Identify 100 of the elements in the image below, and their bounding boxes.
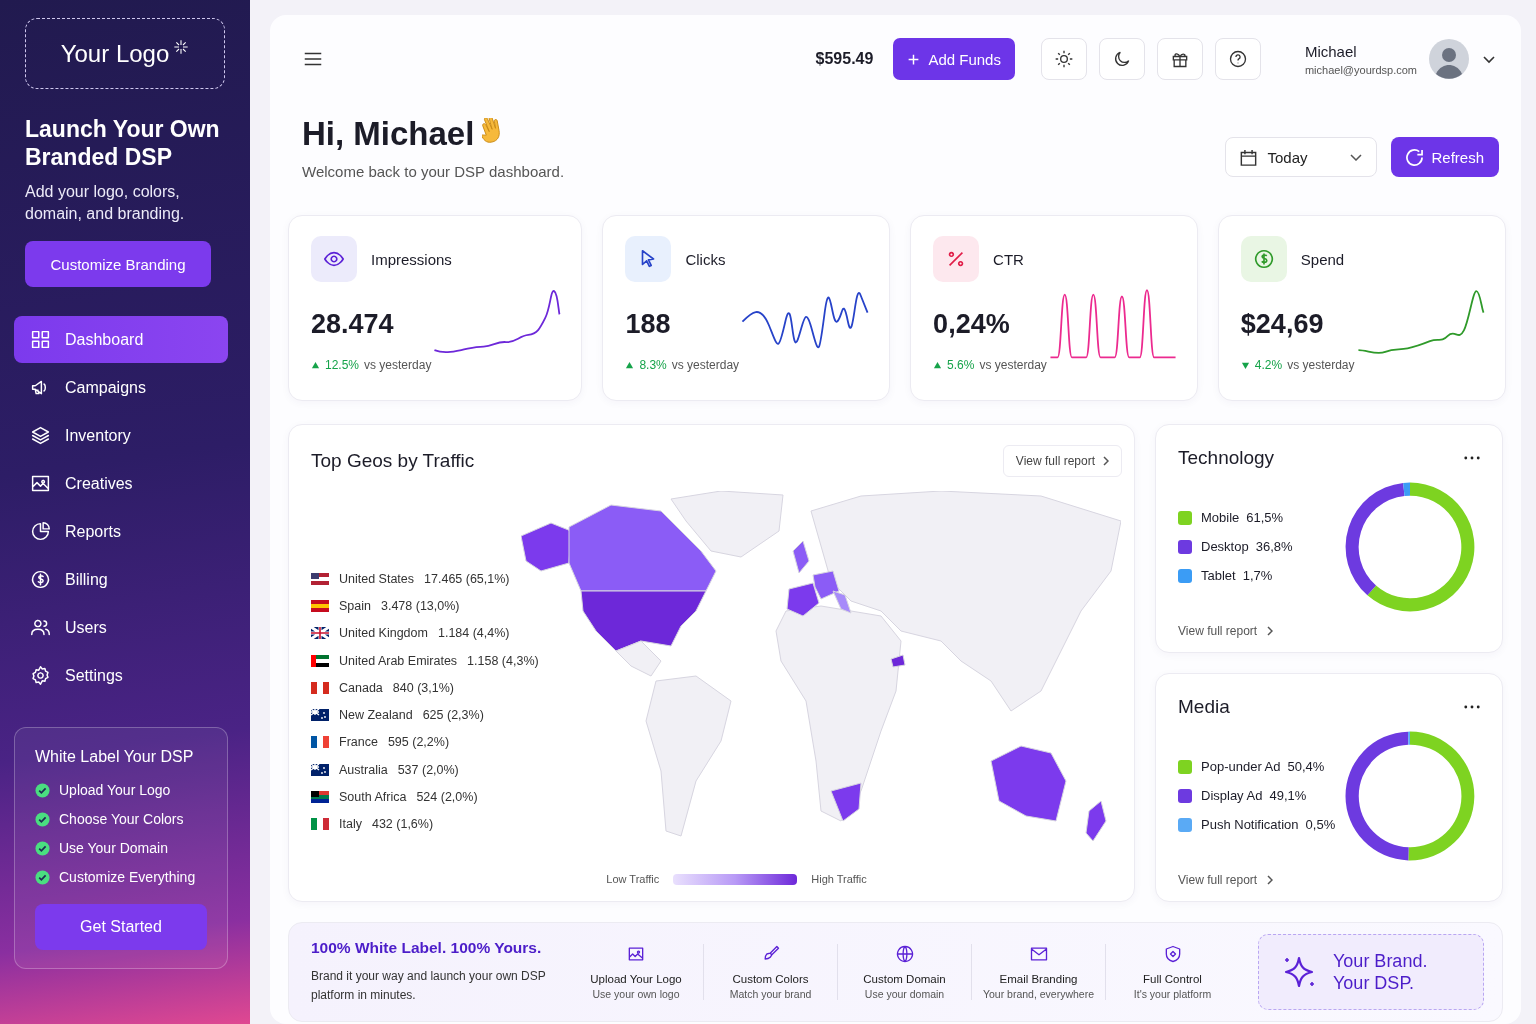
legend-value: 1,7% — [1242, 568, 1273, 583]
feature-subtitle: Your brand, everywhere — [982, 988, 1095, 1000]
flag-icon — [311, 818, 329, 831]
card-title: Top Geos by Traffic — [311, 450, 475, 472]
compare-label: vs yesterday — [671, 358, 740, 372]
nav-item[interactable]: Users — [14, 604, 228, 651]
nav-label: Billing — [65, 570, 108, 589]
customize-branding-button[interactable]: Customize Branding — [25, 241, 211, 287]
percent-icon — [933, 236, 980, 282]
flag-icon — [311, 709, 329, 722]
eye-icon — [311, 236, 357, 282]
legend-value: 49,1% — [1269, 788, 1307, 803]
add-funds-button[interactable]: Add Funds — [893, 38, 1015, 80]
country-traffic: 1.184 (4,4%) — [437, 626, 510, 641]
moon-icon[interactable] — [1098, 38, 1145, 80]
brand-slogan: Your DSP. — [1333, 972, 1416, 994]
nav-item[interactable]: Campaigns — [14, 364, 228, 411]
flag-icon — [311, 599, 329, 612]
get-started-button[interactable]: Get Started — [35, 904, 207, 950]
banner-title: 100% White Label. 100% Yours. — [311, 939, 543, 957]
checklist-label: Upload Your Logo — [59, 782, 171, 798]
country-traffic: 432 (1,6%) — [371, 817, 434, 832]
card-title: Media — [1178, 696, 1230, 718]
nav-item[interactable]: Billing — [14, 556, 228, 603]
view-report-link[interactable]: View full report — [1178, 624, 1480, 638]
metric-value: 188 — [625, 309, 672, 340]
grid-icon — [30, 329, 51, 350]
settings-icon — [30, 665, 51, 686]
logo-text: Your Logo — [60, 39, 170, 68]
flag-icon — [311, 736, 329, 749]
country-name: France — [339, 735, 378, 750]
dollar-icon — [30, 569, 51, 590]
nav-item[interactable]: Settings — [14, 652, 228, 699]
dollar-icon — [1240, 236, 1287, 282]
metric-label: Spend — [1300, 250, 1345, 268]
chevron-down-icon — [1350, 153, 1363, 161]
checklist-label: Customize Everything — [59, 869, 196, 885]
date-range-dropdown[interactable]: Today — [1225, 137, 1378, 177]
more-icon[interactable] — [1464, 456, 1480, 460]
feature-title: Email Branding — [999, 973, 1078, 985]
legend-value: 61,5% — [1246, 510, 1284, 525]
feature-subtitle: Match your brand — [729, 988, 812, 1000]
sun-icon[interactable] — [1040, 38, 1087, 80]
plus-icon — [907, 52, 921, 66]
account-balance: $595.49 — [815, 50, 874, 68]
change-percent: 4.2% — [1254, 358, 1283, 372]
gift-icon[interactable] — [1156, 38, 1203, 80]
country-name: South Africa — [339, 790, 407, 804]
chevron-right-icon — [1267, 875, 1274, 885]
help-icon[interactable] — [1214, 38, 1261, 80]
legend-value: 50,4% — [1287, 759, 1325, 774]
country-traffic: 1.158 (4,3%) — [467, 653, 539, 668]
metric-label: CTR — [993, 250, 1024, 268]
nav-item[interactable]: Creatives — [14, 460, 228, 507]
promo-text: Add your logo, colors, domain, and branding. — [25, 182, 186, 224]
globe-icon — [894, 944, 915, 964]
nav-label: Inventory — [65, 426, 131, 445]
country-name: Canada — [339, 680, 383, 695]
checklist-label: Choose Your Colors — [59, 811, 184, 827]
more-icon[interactable] — [1464, 705, 1480, 709]
feature-title: Upload Your Logo — [590, 973, 682, 985]
nav-item[interactable]: Inventory — [14, 412, 228, 459]
legend-label: Display Ad — [1201, 788, 1263, 803]
country-traffic: 625 (2,3%) — [422, 708, 484, 723]
country-name: Italy — [339, 817, 362, 832]
feature-title: Custom Domain — [863, 973, 946, 985]
view-report-link[interactable]: View full report — [1178, 873, 1480, 887]
legend-value: 0,5% — [1305, 817, 1336, 832]
legend-high-label: High Traffic — [811, 873, 867, 885]
legend-label: Mobile — [1201, 510, 1240, 525]
nav-item[interactable]: Dashboard — [14, 316, 228, 363]
country-name: United Kingdom — [339, 626, 428, 641]
calendar-icon — [1240, 148, 1258, 166]
layers-icon — [30, 425, 51, 446]
flag-icon — [311, 681, 329, 694]
country-name: United States — [339, 571, 415, 586]
flag-icon — [311, 627, 329, 640]
avatar[interactable] — [1429, 39, 1469, 79]
feature-title: Custom Colors — [732, 973, 809, 985]
nav-item[interactable]: Reports — [14, 508, 228, 555]
view-report-button[interactable]: View full report — [1002, 445, 1122, 477]
welcome-text: Welcome back to your DSP dashboard. — [302, 163, 566, 180]
card-title: Technology — [1178, 447, 1275, 469]
metric-label: Impressions — [371, 250, 452, 268]
country-traffic: 537 (2,0%) — [397, 762, 459, 777]
feature-title: Full Control — [1143, 973, 1202, 985]
country-traffic: 17.465 (65,1%) — [424, 571, 510, 586]
metric-value: 0,24% — [933, 309, 1011, 340]
legend-value: 36,8% — [1255, 539, 1293, 554]
change-percent: 5.6% — [947, 358, 975, 372]
nav-label: Settings — [65, 666, 123, 685]
compare-label: vs yesterday — [364, 358, 432, 372]
refresh-button[interactable]: Refresh — [1391, 137, 1499, 177]
country-name: United Arab Emirates — [339, 653, 458, 668]
legend-label: Pop-under Ad — [1201, 759, 1281, 774]
country-traffic: 524 (2,0%) — [416, 790, 478, 804]
flag-icon — [311, 791, 329, 803]
country-name: Spain — [339, 598, 371, 613]
user-email: michael@yourdsp.com — [1304, 63, 1417, 76]
feature-subtitle: Use your own logo — [592, 988, 680, 1000]
